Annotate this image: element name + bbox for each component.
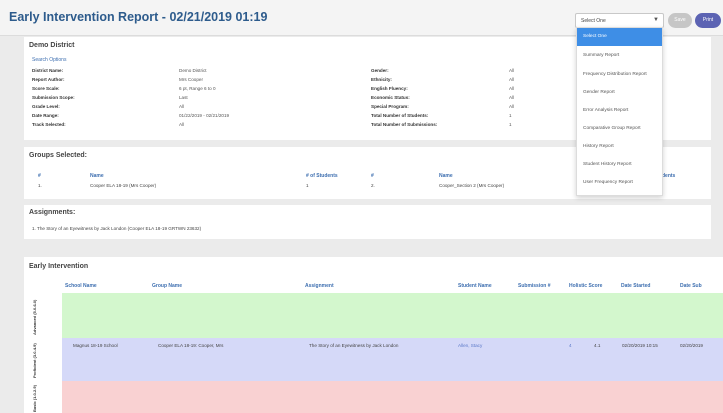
dropdown-option-frequency-distribution[interactable]: Frequency Distribution Report — [577, 66, 662, 84]
cell-submission[interactable]: 4 — [569, 343, 572, 348]
print-button[interactable]: Print — [695, 13, 721, 28]
column-date-started[interactable]: Date Started — [621, 283, 650, 289]
cell-group: Cooper ELA 18-19: Cooper, Mrs — [158, 343, 224, 348]
groups-header-number-2: # — [371, 173, 374, 179]
dropdown-option-student-history[interactable]: Student History Report — [577, 156, 662, 174]
assignments-title: Assignments: — [29, 209, 76, 216]
report-type-dropdown: Select One Summary Report Frequency Dist… — [576, 27, 663, 196]
cell-student-name[interactable]: Allen, Stacy — [458, 343, 482, 348]
groups-header-name: Name — [90, 173, 104, 179]
groups-header-number: # — [38, 173, 41, 179]
groups-header-students-2: dents — [662, 173, 676, 179]
column-assignment[interactable]: Assignment — [305, 283, 334, 289]
column-date-submitted[interactable]: Date Sub — [680, 283, 702, 289]
groups-title: Groups Selected: — [29, 152, 87, 159]
basic-band — [62, 381, 723, 413]
district-title: Demo District — [29, 42, 75, 49]
report-type-select[interactable]: Select One ▼ — [575, 13, 664, 28]
groups-header-name-2: Name — [439, 173, 453, 179]
chevron-down-icon: ▼ — [653, 17, 659, 23]
cell-school: Magnus 18-19 School — [73, 343, 118, 348]
column-group-name[interactable]: Group Name — [152, 283, 182, 289]
early-intervention-title: Early Intervention — [29, 263, 89, 270]
group-2-name: Cooper_Section 2 (Mrs Cooper) — [439, 183, 505, 188]
dropdown-option-comparative-group[interactable]: Comparative Group Report — [577, 120, 662, 138]
assignment-item: 1. The Story of an Eyewitness by Jack Lo… — [32, 226, 202, 231]
column-student-name[interactable]: Student Name — [458, 283, 492, 289]
dropdown-option-select-one[interactable]: Select One — [577, 28, 662, 46]
dropdown-option-user-frequency[interactable]: User Frequency Report — [577, 174, 662, 192]
column-school-name[interactable]: School Name — [65, 283, 97, 289]
group-1-name: Cooper ELA 18-19 (Mrs Cooper) — [90, 183, 157, 188]
dropdown-option-history-report[interactable]: History Report — [577, 138, 662, 156]
cell-holistic-score: 4.1 — [594, 343, 601, 348]
cell-date-submitted: 02/20/2019 — [680, 343, 703, 348]
save-button[interactable]: Save — [668, 13, 692, 28]
group-1-students: 1 — [306, 183, 309, 188]
cell-assignment: The Story of an Eyewitness by Jack Londo… — [309, 343, 399, 348]
early-intervention-panel: Early Intervention School Name Group Nam… — [24, 257, 723, 413]
cell-date-started: 02/20/2019 10:15 — [622, 343, 658, 348]
group-2-number: 2. — [371, 183, 375, 188]
dropdown-option-error-analysis[interactable]: Error Analysis Report — [577, 102, 662, 120]
column-holistic-score[interactable]: Holistic Score — [569, 283, 602, 289]
group-1-number: 1. — [38, 183, 42, 188]
assignments-panel: Assignments: 1. The Story of an Eyewitne… — [24, 205, 711, 239]
search-options-link[interactable]: Search Options — [32, 57, 66, 63]
dropdown-option-summary-report[interactable]: Summary Report — [577, 47, 662, 65]
column-submission[interactable]: Submission # — [518, 283, 551, 289]
advanced-band — [62, 293, 723, 338]
page-title: Early Intervention Report - 02/21/2019 0… — [9, 10, 268, 24]
groups-header-students: # of Students — [306, 173, 338, 179]
dropdown-option-gender-report[interactable]: Gender Report — [577, 84, 662, 102]
report-select-value: Select One — [581, 18, 606, 24]
